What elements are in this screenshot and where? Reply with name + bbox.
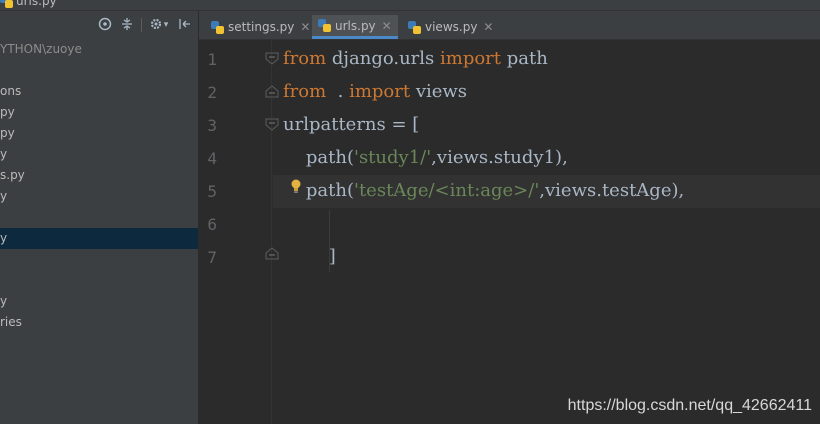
tree-item-label: ons bbox=[0, 84, 22, 98]
project-sidebar: ▾ YTHON\zuoye ons py py y s.py y y y rie… bbox=[0, 11, 199, 424]
tree-item[interactable]: ons bbox=[0, 81, 198, 102]
code-text: path bbox=[501, 48, 548, 69]
code-line-5: path('testAge/<int:age>/',views.testAge)… bbox=[283, 180, 684, 201]
line-number: 2 bbox=[207, 83, 217, 102]
breadcrumb-file: urls.py bbox=[16, 0, 57, 8]
code-text: django.urls bbox=[326, 48, 440, 69]
code-text: path( bbox=[283, 147, 354, 168]
fold-marker-icon[interactable] bbox=[265, 247, 279, 260]
code-editor[interactable]: 1 2 3 4 5 6 7 from django.urls import pa… bbox=[199, 40, 820, 424]
keyword: import bbox=[349, 81, 411, 102]
tree-item-label: y bbox=[0, 147, 8, 161]
string-literal: 'study1/' bbox=[354, 147, 432, 168]
tree-item-label: y bbox=[0, 189, 8, 203]
python-file-icon bbox=[318, 19, 331, 32]
string-literal: 'testAge/<int:age>/' bbox=[354, 180, 540, 201]
close-icon[interactable]: ✕ bbox=[300, 20, 310, 34]
project-root-label: YTHON\zuoye bbox=[0, 42, 82, 56]
tree-item-label: py bbox=[0, 126, 15, 140]
chevron-down-icon[interactable]: ▾ bbox=[162, 17, 170, 33]
tree-item-label: y bbox=[0, 294, 8, 308]
code-text: views bbox=[410, 81, 468, 102]
tree-item-label: s.py bbox=[0, 168, 25, 182]
python-file-icon bbox=[211, 20, 224, 34]
tab-urls[interactable]: urls.py ✕ bbox=[312, 15, 398, 39]
line-number: 1 bbox=[207, 50, 217, 69]
project-root[interactable]: YTHON\zuoye bbox=[0, 39, 198, 60]
code-line-7: ] bbox=[283, 246, 336, 267]
tree-item[interactable]: ries bbox=[0, 312, 198, 333]
keyword: import bbox=[440, 48, 502, 69]
tree-item[interactable]: y bbox=[0, 291, 198, 312]
line-number: 6 bbox=[207, 215, 217, 234]
hide-panel-icon[interactable] bbox=[177, 17, 193, 33]
tab-label: settings.py bbox=[228, 20, 295, 34]
fold-marker-icon[interactable] bbox=[265, 52, 279, 65]
keyword: from bbox=[283, 81, 327, 102]
python-file-icon bbox=[0, 0, 13, 8]
tree-item[interactable]: y bbox=[0, 186, 198, 207]
line-number: 7 bbox=[207, 248, 217, 267]
title-strip: urls.py bbox=[0, 0, 820, 11]
sidebar-toolbar: ▾ bbox=[0, 11, 198, 39]
tab-settings[interactable]: settings.py ✕ bbox=[205, 15, 316, 39]
tab-label: views.py bbox=[425, 20, 478, 34]
close-icon[interactable]: ✕ bbox=[382, 19, 392, 33]
code-text: path( bbox=[283, 180, 354, 201]
breadcrumb[interactable]: urls.py bbox=[0, 0, 57, 8]
code-text: . bbox=[326, 81, 350, 102]
line-number: 3 bbox=[207, 116, 217, 135]
keyword: from bbox=[283, 48, 327, 69]
tree-item-label: py bbox=[0, 105, 15, 119]
tab-label: urls.py bbox=[335, 18, 376, 33]
tree-item[interactable]: py bbox=[0, 102, 198, 123]
line-number: 5 bbox=[207, 182, 217, 201]
code-line-2: from . import views bbox=[283, 81, 467, 102]
code-line-3: urlpatterns = [ bbox=[283, 114, 419, 135]
editor-tab-bar: settings.py ✕ urls.py ✕ views.py ✕ bbox=[199, 11, 820, 40]
code-line-4: path('study1/',views.study1), bbox=[283, 147, 568, 168]
python-file-icon bbox=[408, 20, 421, 34]
line-number: 4 bbox=[207, 149, 217, 168]
code-text: ,views.study1), bbox=[431, 147, 568, 168]
tab-views[interactable]: views.py ✕ bbox=[402, 15, 499, 39]
code-text: ,views.testAge), bbox=[539, 180, 685, 201]
tree-item[interactable]: s.py bbox=[0, 165, 198, 186]
tree-item-label: y bbox=[0, 231, 8, 245]
collapse-all-icon[interactable] bbox=[119, 17, 135, 33]
fold-marker-icon[interactable] bbox=[265, 118, 279, 131]
tree-item-selected[interactable]: y bbox=[0, 228, 198, 249]
locate-icon[interactable] bbox=[97, 17, 113, 33]
code-text: urlpatterns = [ bbox=[283, 114, 420, 135]
tree-item-label: ries bbox=[0, 315, 22, 329]
fold-marker-icon[interactable] bbox=[265, 85, 279, 98]
tree-item[interactable]: py bbox=[0, 123, 198, 144]
code-text: ] bbox=[283, 246, 336, 267]
code-line-1: from django.urls import path bbox=[283, 48, 548, 69]
close-icon[interactable]: ✕ bbox=[483, 20, 493, 34]
watermark: https://blog.csdn.net/qq_42662411 bbox=[567, 397, 812, 414]
tree-item[interactable]: y bbox=[0, 144, 198, 165]
